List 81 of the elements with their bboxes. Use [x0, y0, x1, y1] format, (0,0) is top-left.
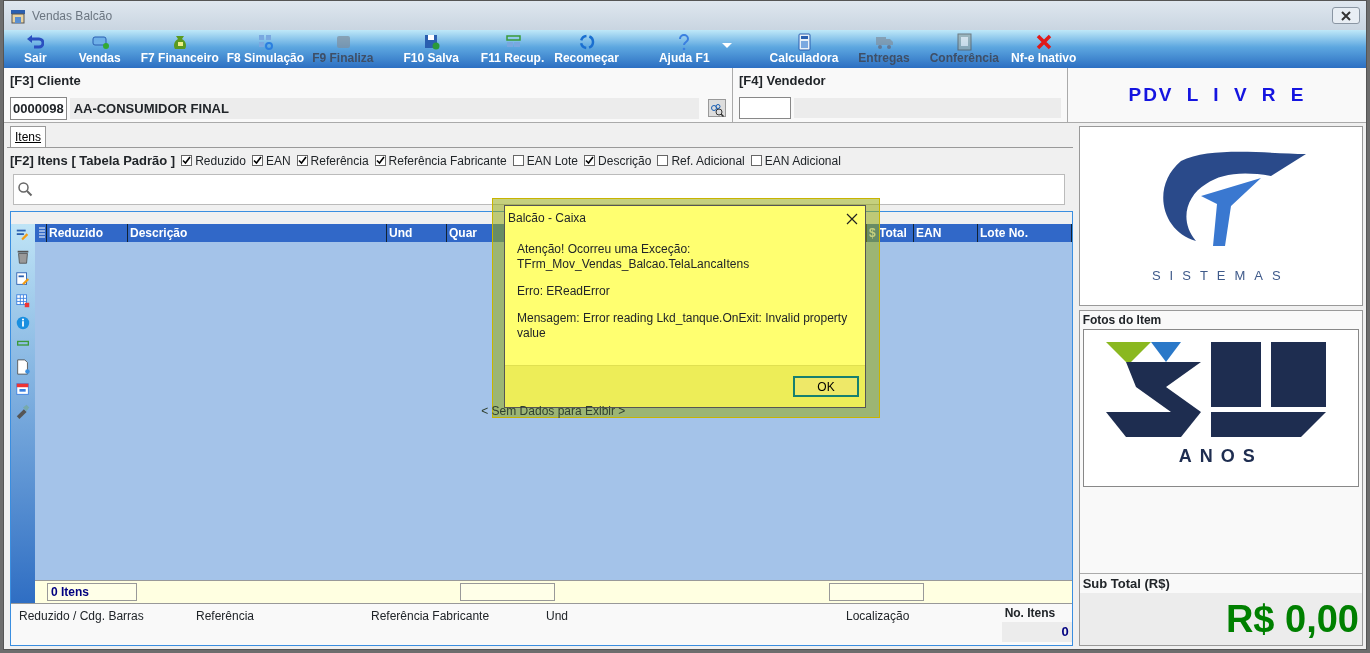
- grid-refresh-icon: [256, 33, 275, 51]
- toolbar-button[interactable]: F10 Salva: [403, 33, 459, 68]
- dropdown-caret-icon[interactable]: [721, 43, 732, 48]
- close-icon: [1340, 10, 1352, 21]
- photos-label: Fotos do Item: [1081, 312, 1163, 329]
- dialog-message: Erro: EReadError: [517, 284, 611, 299]
- subtotal-value: R$ 0,00: [1225, 598, 1359, 640]
- checkbox-label: EAN Adicional: [764, 152, 841, 170]
- product-photo: ANOS: [1082, 329, 1359, 487]
- seller-label: [F4] Vendedor: [739, 72, 827, 90]
- store-icon: [10, 8, 26, 25]
- search-icon: [17, 181, 33, 197]
- dialog-title: Balcão - Caixa: [508, 210, 587, 227]
- checkbox[interactable]: [181, 155, 193, 167]
- item-count-value: 0: [1001, 622, 1072, 642]
- subtotal-label: Sub Total (R$): [1081, 574, 1171, 593]
- item-search-field[interactable]: [13, 173, 1065, 205]
- column-header[interactable]: Lote No.: [978, 223, 1072, 242]
- item-count-field: 0 Itens: [47, 583, 137, 601]
- checkbox[interactable]: [296, 155, 308, 167]
- checkbox-label: Referência: [310, 152, 369, 170]
- page-icon[interactable]: [15, 358, 31, 375]
- column-header[interactable]: $ Total: [867, 223, 914, 242]
- checkbox-label: EAN: [265, 152, 291, 170]
- calendar-icon[interactable]: [15, 380, 31, 397]
- toolbar-button[interactable]: Recomeçar: [554, 33, 619, 68]
- document-icon: [955, 33, 974, 51]
- undo-arrow-icon: [26, 33, 45, 51]
- company-logo: SISTEMAS: [1078, 126, 1363, 306]
- close-icon: [846, 212, 858, 225]
- field-label: Und: [546, 608, 569, 625]
- toolbar-button[interactable]: Vendas: [78, 33, 121, 68]
- items-tab[interactable]: Itens: [10, 126, 46, 147]
- close-button[interactable]: [1332, 7, 1360, 24]
- checkbox-label: EAN Lote: [526, 152, 579, 170]
- tool-icon[interactable]: [15, 402, 31, 419]
- item-count-label: No. Itens: [1003, 605, 1057, 622]
- field-label: Referência: [196, 608, 256, 625]
- checkbox[interactable]: [512, 155, 524, 167]
- pdv-title: PDV L I V R E: [1128, 82, 1306, 107]
- toolbar-button[interactable]: F7 Financeiro: [140, 33, 219, 68]
- save-icon: [422, 33, 441, 51]
- close-icon: [1034, 33, 1053, 51]
- dialog-message: Mensagem: Error reading Lkd_tanque.OnExit: Invalid property value: [517, 311, 849, 341]
- checkbox-label: Referência Fabricante: [388, 152, 507, 170]
- search-client-button[interactable]: [708, 99, 726, 118]
- column-header[interactable]: EAN: [914, 223, 978, 242]
- toolbar-button[interactable]: F8 Simulação: [226, 33, 305, 68]
- column-header[interactable]: Und: [387, 223, 447, 242]
- seller-code-field[interactable]: [739, 96, 791, 119]
- checkbox-label: Descrição: [598, 152, 652, 170]
- column-header[interactable]: Descrição: [128, 223, 387, 242]
- ok-button[interactable]: OK: [793, 376, 859, 397]
- field-label: Reduzido / Cdg. Barras: [18, 608, 145, 625]
- client-name-field[interactable]: AA-CONSUMIDOR FINAL: [69, 97, 699, 119]
- checkbox[interactable]: [251, 155, 263, 167]
- toolbar-button[interactable]: F11 Recup.: [480, 33, 545, 68]
- field-label: Localização: [846, 608, 910, 625]
- client-code-field[interactable]: 0000098: [10, 96, 67, 120]
- checkbox-label: Reduzido: [195, 152, 246, 170]
- field-label: Referência Fabricante: [371, 608, 491, 625]
- toolbar-button[interactable]: Calculadora: [769, 33, 839, 68]
- dialog-message: Atenção! Ocorreu uma Exceção: TFrm_Mov_Vendas_Balcao.TelaLancaItens: [517, 242, 751, 272]
- checkbox[interactable]: [374, 155, 386, 167]
- cards-icon: [90, 33, 109, 51]
- checkbox[interactable]: [657, 155, 669, 167]
- items-filter-label: [F2] Itens [ Tabela Padrão ]: [10, 152, 176, 170]
- toolbar-button[interactable]: Ajuda F1: [658, 33, 710, 68]
- info-icon[interactable]: [15, 314, 31, 331]
- trash-icon[interactable]: [15, 248, 31, 265]
- toolbar-button[interactable]: Nf-e Inativo: [1011, 33, 1077, 68]
- table-icon[interactable]: [15, 292, 31, 309]
- list-edit-icon[interactable]: [15, 270, 31, 287]
- checkbox[interactable]: [750, 155, 762, 167]
- refresh-icon: [577, 33, 596, 51]
- window-title: Vendas Balcão: [32, 7, 113, 25]
- checkbox-label: Ref. Adicional: [671, 152, 745, 170]
- checkbox[interactable]: [584, 155, 596, 167]
- client-label: [F3] Cliente: [10, 72, 82, 90]
- toolbar-button[interactable]: Sair: [24, 33, 47, 68]
- column-header[interactable]: Reduzido: [47, 223, 128, 242]
